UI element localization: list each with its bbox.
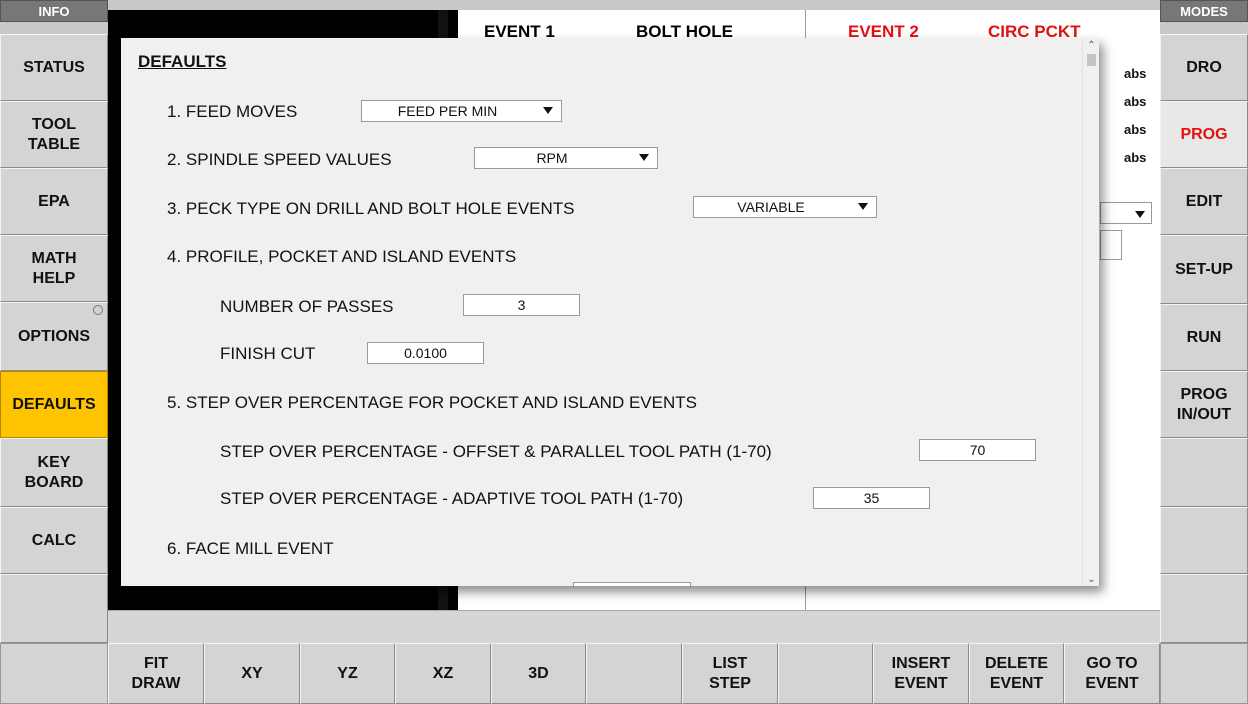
chevron-down-icon xyxy=(858,203,868,210)
empty-toolbar-button xyxy=(586,643,682,704)
xz-view-button[interactable]: XZ xyxy=(395,643,491,704)
chevron-down-icon xyxy=(1135,211,1145,218)
dro-button[interactable]: DRO xyxy=(1160,34,1248,101)
bottom-left-corner xyxy=(0,643,108,704)
bottom-toolbar: FIT DRAW XY YZ XZ 3D LIST STEP INSERT EV… xyxy=(108,643,1160,704)
step-over-offset-field[interactable]: 70 xyxy=(919,439,1036,461)
empty-toolbar-button xyxy=(778,643,873,704)
face-mill-field[interactable] xyxy=(573,582,691,586)
finish-cut-field[interactable]: 0.0100 xyxy=(367,342,484,364)
modes-header: MODES xyxy=(1160,0,1248,22)
background-field xyxy=(1100,230,1122,260)
delete-event-button[interactable]: DELETE EVENT xyxy=(969,643,1064,704)
run-button[interactable]: RUN xyxy=(1160,304,1248,371)
keyboard-button[interactable]: KEY BOARD xyxy=(0,438,108,507)
setup-button[interactable]: SET-UP xyxy=(1160,235,1248,304)
defaults-dialog: DEFAULTS 1. FEED MOVES FEED PER MIN 2. S… xyxy=(121,38,1099,586)
insert-event-button[interactable]: INSERT EVENT xyxy=(873,643,969,704)
xy-view-button[interactable]: XY xyxy=(204,643,300,704)
background-dropdown xyxy=(1100,202,1152,224)
peck-type-label: 3. PECK TYPE ON DRILL AND BOLT HOLE EVEN… xyxy=(167,199,575,218)
modes-panel: MODES DRO PROG EDIT SET-UP RUN PROG IN/O… xyxy=(1160,0,1248,704)
abs-label: abs xyxy=(1124,122,1147,137)
scroll-up-icon[interactable]: ⌃ xyxy=(1083,38,1099,52)
peck-type-select[interactable]: VARIABLE xyxy=(693,196,877,218)
chevron-down-icon xyxy=(639,154,649,161)
math-help-button[interactable]: MATH HELP xyxy=(0,235,108,302)
edit-button[interactable]: EDIT xyxy=(1160,168,1248,235)
left-empty-button xyxy=(0,574,108,643)
status-strip xyxy=(108,610,1160,643)
bottom-right-corner xyxy=(1160,643,1248,704)
3d-view-button[interactable]: 3D xyxy=(491,643,586,704)
tool-table-button[interactable]: TOOL TABLE xyxy=(0,101,108,168)
spindle-speed-value: RPM xyxy=(536,150,568,166)
abs-label: abs xyxy=(1124,94,1147,109)
yz-view-button[interactable]: YZ xyxy=(300,643,395,704)
profile-section-label: 4. PROFILE, POCKET AND ISLAND EVENTS xyxy=(167,247,517,266)
fit-draw-button[interactable]: FIT DRAW xyxy=(108,643,204,704)
face-mill-section-label: 6. FACE MILL EVENT xyxy=(167,539,334,558)
info-panel: INFO STATUS TOOL TABLE EPA MATH HELP OPT… xyxy=(0,0,108,704)
right-empty-button-3 xyxy=(1160,574,1248,643)
prog-button[interactable]: PROG xyxy=(1160,101,1248,168)
dialog-title: DEFAULTS xyxy=(138,52,227,71)
spindle-speed-select[interactable]: RPM xyxy=(474,147,658,169)
info-header: INFO xyxy=(0,0,108,22)
feed-moves-label: 1. FEED MOVES xyxy=(167,102,298,121)
status-button[interactable]: STATUS xyxy=(0,34,108,101)
dialog-scrollbar[interactable]: ⌃ ⌄ xyxy=(1082,38,1099,586)
epa-button[interactable]: EPA xyxy=(0,168,108,235)
options-indicator-icon xyxy=(93,305,103,315)
options-label: OPTIONS xyxy=(17,327,90,345)
feed-moves-value: FEED PER MIN xyxy=(397,103,498,119)
peck-type-value: VARIABLE xyxy=(737,199,805,215)
defaults-button[interactable]: DEFAULTS xyxy=(0,371,108,438)
scroll-down-icon[interactable]: ⌄ xyxy=(1083,572,1099,586)
right-empty-button-2 xyxy=(1160,507,1248,574)
chevron-down-icon xyxy=(543,107,553,114)
finish-cut-label: FINISH CUT xyxy=(220,344,316,363)
prog-in-out-button[interactable]: PROG IN/OUT xyxy=(1160,371,1248,438)
list-step-button[interactable]: LIST STEP xyxy=(682,643,778,704)
number-of-passes-field[interactable]: 3 xyxy=(463,294,580,316)
step-over-adaptive-field[interactable]: 35 xyxy=(813,487,930,509)
right-empty-button-1 xyxy=(1160,438,1248,507)
step-over-adaptive-label: STEP OVER PERCENTAGE - ADAPTIVE TOOL PAT… xyxy=(220,489,684,508)
abs-label: abs xyxy=(1124,66,1147,81)
step-over-section-label: 5. STEP OVER PERCENTAGE FOR POCKET AND I… xyxy=(167,393,697,412)
abs-label: abs xyxy=(1124,150,1147,165)
go-to-event-button[interactable]: GO TO EVENT xyxy=(1064,643,1160,704)
calc-button[interactable]: CALC xyxy=(0,507,108,574)
options-button[interactable]: OPTIONS xyxy=(0,302,108,371)
step-over-offset-label: STEP OVER PERCENTAGE - OFFSET & PARALLEL… xyxy=(220,442,772,461)
feed-moves-select[interactable]: FEED PER MIN xyxy=(361,100,562,122)
number-of-passes-label: NUMBER OF PASSES xyxy=(220,297,394,316)
spindle-speed-label: 2. SPINDLE SPEED VALUES xyxy=(167,150,392,169)
scroll-thumb[interactable] xyxy=(1087,54,1096,66)
